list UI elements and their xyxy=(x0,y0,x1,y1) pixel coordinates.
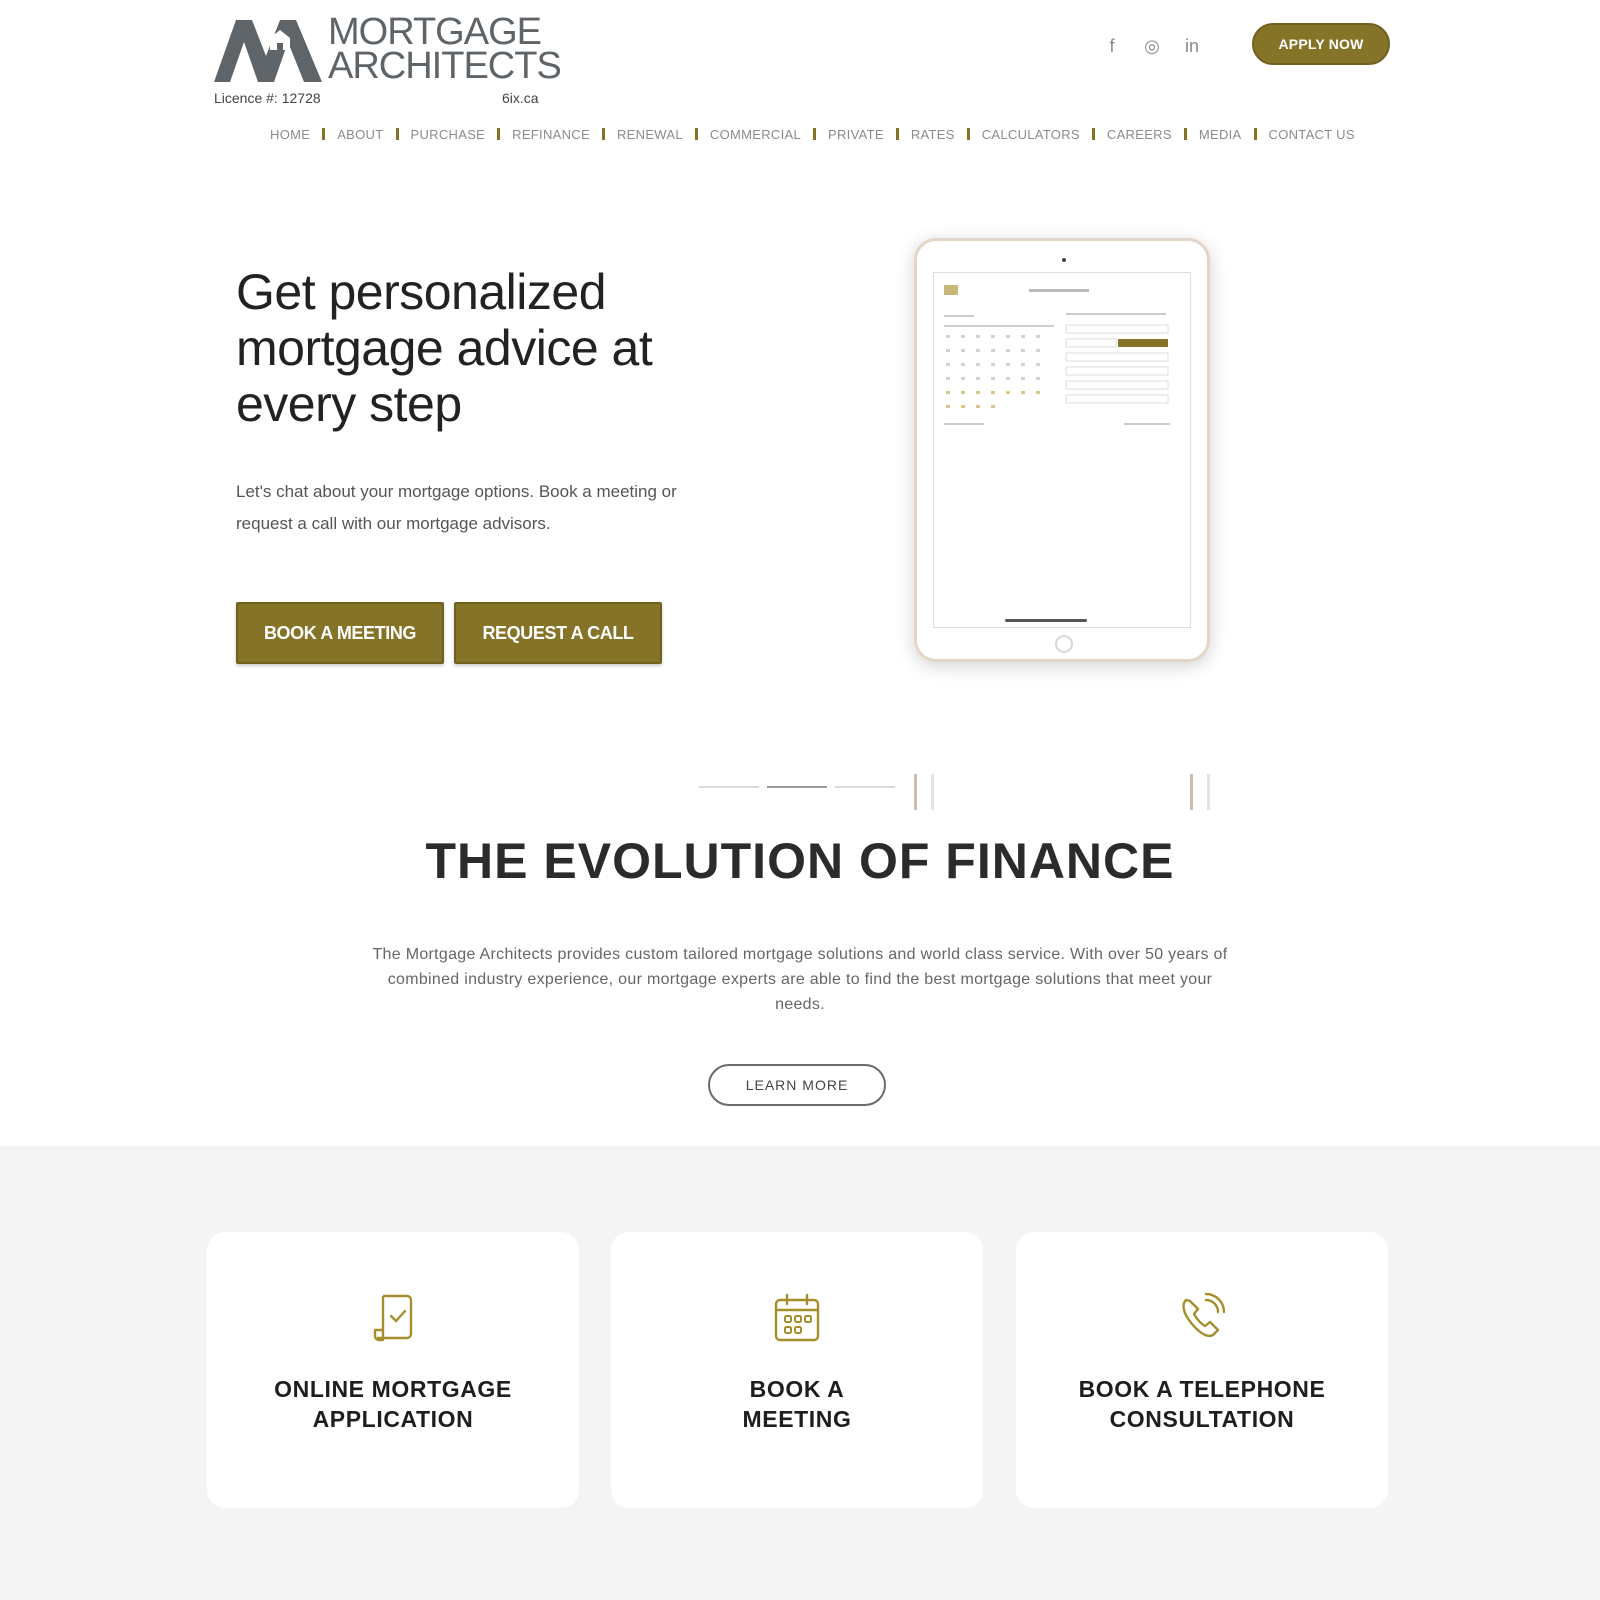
site-name: 6ix.ca xyxy=(502,90,539,106)
tablet-edge-right xyxy=(1190,774,1210,810)
book-meeting-button[interactable]: BOOK A MEETING xyxy=(236,602,444,664)
hero-subtitle: Let's chat about your mortgage options. … xyxy=(236,482,677,533)
nav-separator xyxy=(1253,128,1257,140)
card-label: BOOK A MEETING xyxy=(742,1376,852,1432)
nav-item-private[interactable]: PRIVATE xyxy=(828,127,884,142)
tablet-camera xyxy=(1062,258,1066,262)
document-check-icon xyxy=(373,1294,413,1342)
nav-item-renewal[interactable]: RENEWAL xyxy=(617,127,683,142)
evolution-text: The Mortgage Architects provides custom … xyxy=(372,946,1228,1013)
linkedin-icon[interactable]: in xyxy=(1178,34,1206,58)
nav-item-purchase[interactable]: PURCHASE xyxy=(411,127,486,142)
nav-separator xyxy=(694,128,698,140)
logo[interactable]: MORTGAGE ARCHITECTS Licence #: 12728 6ix… xyxy=(214,12,562,110)
nav-separator xyxy=(322,128,326,140)
nav-separator xyxy=(601,128,605,140)
nav-item-commercial[interactable]: COMMERCIAL xyxy=(710,127,801,142)
nav-item-contact-us[interactable]: CONTACT US xyxy=(1269,127,1355,142)
nav-item-refinance[interactable]: REFINANCE xyxy=(512,127,590,142)
tablet-home-button xyxy=(1055,635,1073,653)
nav-separator xyxy=(497,128,501,140)
tablet-mockup xyxy=(914,238,1210,662)
slider-dot[interactable] xyxy=(835,786,895,788)
nav-separator xyxy=(966,128,970,140)
slider-dot-active[interactable] xyxy=(767,786,827,788)
card-online-application[interactable]: ONLINE MORTGAGE APPLICATION xyxy=(207,1232,579,1508)
nav-item-media[interactable]: MEDIA xyxy=(1199,127,1242,142)
learn-more-button[interactable]: LEARN MORE xyxy=(708,1064,886,1106)
nav-separator xyxy=(813,128,817,140)
nav-item-rates[interactable]: RATES xyxy=(911,127,955,142)
slider-dot[interactable] xyxy=(699,786,759,788)
facebook-icon[interactable]: f xyxy=(1098,34,1126,58)
tablet-edge-left xyxy=(914,774,934,810)
card-label: BOOK A TELEPHONE CONSULTATION xyxy=(1078,1376,1326,1432)
nav-item-home[interactable]: HOME xyxy=(270,127,310,142)
nav-item-about[interactable]: ABOUT xyxy=(337,127,383,142)
nav-separator xyxy=(1183,128,1187,140)
logo-mark-icon xyxy=(214,20,322,82)
calendar-icon xyxy=(774,1293,820,1342)
evolution-title: THE EVOLUTION OF FINANCE xyxy=(425,833,1175,889)
main-nav: HOME ABOUT PURCHASE REFINANCE RENEWAL COMMERC… xyxy=(270,124,1380,144)
nav-separator xyxy=(895,128,899,140)
nav-item-calculators[interactable]: CALCULATORS xyxy=(982,127,1080,142)
licence-number: Licence #: 12728 xyxy=(214,90,321,106)
hero-title: Get personalized mortgage advice at ever… xyxy=(236,264,653,432)
phone-icon xyxy=(1182,1292,1226,1338)
booking-widget-illustration xyxy=(944,285,1170,425)
request-call-button[interactable]: REQUEST A CALL xyxy=(454,602,662,664)
logo-wordmark-line2: ARCHITECTS xyxy=(328,45,562,87)
card-telephone-consultation[interactable]: BOOK A TELEPHONE CONSULTATION xyxy=(1016,1232,1388,1508)
nav-item-careers[interactable]: CAREERS xyxy=(1107,127,1172,142)
instagram-icon[interactable]: ◎ xyxy=(1138,34,1166,58)
card-book-meeting[interactable]: BOOK A MEETING xyxy=(611,1232,983,1508)
card-label: ONLINE MORTGAGE APPLICATION xyxy=(274,1376,512,1432)
tablet-screen xyxy=(933,272,1191,628)
slider-indicator xyxy=(699,786,895,788)
tablet-home-bar xyxy=(1005,619,1087,622)
nav-separator xyxy=(395,128,399,140)
nav-separator xyxy=(1091,128,1095,140)
apply-now-button[interactable]: APPLY NOW xyxy=(1252,23,1390,65)
